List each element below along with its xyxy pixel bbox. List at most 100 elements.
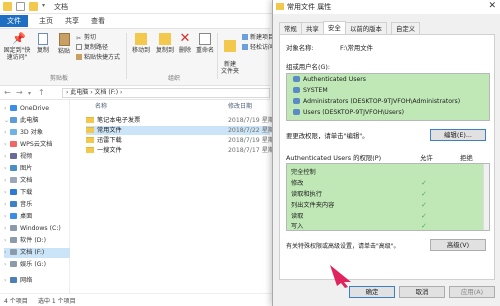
drive-icon xyxy=(10,225,17,231)
object-name-value: F:\常用文件 xyxy=(340,44,374,52)
tab-customize[interactable]: 自定义 xyxy=(391,22,421,34)
ok-button[interactable]: 确定 xyxy=(349,286,395,298)
permission-row: 读取和执行 ✓ xyxy=(291,190,427,198)
computer-icon xyxy=(10,117,17,123)
tab-previous-versions[interactable]: 以前的版本 xyxy=(345,22,387,34)
path-icon xyxy=(76,44,82,50)
nav-item-desktop[interactable]: › 桌面 xyxy=(4,212,32,222)
file-row[interactable]: 迅雷下载 2018/7/19 星期 xyxy=(86,136,274,145)
group-user-list: Authenticated Users SYSTEM Administrator… xyxy=(286,73,490,121)
tab-general[interactable]: 常规 xyxy=(279,22,302,34)
forward-arrow-icon[interactable]: → xyxy=(16,88,23,97)
cancel-button[interactable]: 取消 xyxy=(399,286,445,298)
nav-item-downloads[interactable]: › 下载 xyxy=(4,188,32,198)
address-bar: ← → ▾ ↑ › 此电脑 › 文档 (F:) › xyxy=(0,86,270,100)
list-item[interactable]: Administrators (DESKTOP-9TJVFOH\Administ… xyxy=(293,98,460,105)
copy-button[interactable]: 复制 xyxy=(34,33,52,54)
chevron-down-icon[interactable]: ▾ xyxy=(42,2,45,9)
nav-item-network[interactable]: › 网络 xyxy=(4,276,32,286)
check-icon: ✓ xyxy=(421,179,427,187)
pin-quick-access-button[interactable]: 📌 固定到"快速访问" xyxy=(2,32,32,62)
deny-column-header: 拒绝 xyxy=(460,154,473,162)
new-folder-button[interactable]: 新建 文件夹 xyxy=(220,33,240,75)
list-item[interactable]: Users (DESKTOP-9TJVFOH\Users) xyxy=(293,109,404,116)
rename-button[interactable]: 重命名 xyxy=(195,33,215,54)
ribbon-divider xyxy=(126,33,127,79)
nav-item-drive-d[interactable]: › 软件 (D:) xyxy=(4,236,46,246)
scrollbar[interactable] xyxy=(483,164,489,230)
nav-item-wps-cloud[interactable]: › WPS云文档 xyxy=(4,140,52,150)
drive-icon xyxy=(10,237,17,243)
dialog-title: 常用文件 属性 xyxy=(287,3,332,11)
permission-row: 读取 ✓ xyxy=(291,212,427,220)
properties-icon[interactable] xyxy=(16,2,25,11)
users-icon xyxy=(293,76,300,82)
permission-row: 完全控制 xyxy=(291,169,316,176)
paste-button[interactable]: 粘贴 xyxy=(55,33,73,55)
ribbon-toolbar: 📌 固定到"快速访问" 复制 粘贴 ✂ 剪切 复制路径 粘贴快捷方式 剪贴板 移动… xyxy=(0,28,274,86)
nav-item-documents[interactable]: › 文档 xyxy=(4,176,32,186)
nav-item-music[interactable]: › 音乐 xyxy=(4,200,32,210)
permission-row: 列出文件夹内容 ✓ xyxy=(291,201,427,209)
tab-sharing[interactable]: 共享 xyxy=(301,22,324,34)
shortcut-icon xyxy=(76,54,82,60)
file-row[interactable]: 常用文件 2018/7/22 星期 xyxy=(86,126,274,135)
permission-row: 修改 ✓ xyxy=(291,179,427,187)
nav-item-3d-objects[interactable]: › 3D 对象 xyxy=(4,128,43,138)
object-name-label: 对象名称: xyxy=(286,44,314,52)
copy-icon xyxy=(38,33,48,45)
pin-icon: 📌 xyxy=(12,32,26,45)
nav-item-videos[interactable]: › 视频 xyxy=(4,152,32,162)
group-list-label: 组或用户名(G): xyxy=(286,63,331,71)
new-item-button[interactable]: 新建项目 xyxy=(242,34,274,41)
folder-icon xyxy=(86,117,94,123)
copy-path-button[interactable]: 复制路径 xyxy=(76,44,108,51)
new-item-icon xyxy=(242,34,248,40)
pointer-arrow-icon xyxy=(330,265,351,288)
address-path[interactable]: › 此电脑 › 文档 (F:) › xyxy=(62,88,270,98)
folder-icon xyxy=(86,127,94,133)
close-icon[interactable]: ✕ xyxy=(488,1,496,11)
tab-home[interactable]: 主页 xyxy=(32,15,60,27)
easy-access-icon xyxy=(242,44,248,50)
users-icon xyxy=(293,98,300,104)
nav-item-drive-c[interactable]: › Windows (C:) xyxy=(4,224,61,234)
nav-item-pictures[interactable]: › 图片 xyxy=(4,164,32,174)
item-count: 4 个项目 xyxy=(4,298,28,305)
edit-button[interactable]: 编辑(E)... xyxy=(430,129,486,141)
easy-access-button[interactable]: 轻松访问 xyxy=(242,44,274,51)
tab-view[interactable]: 查看 xyxy=(84,15,112,27)
list-item[interactable]: SYSTEM xyxy=(293,87,328,94)
apply-button[interactable]: 应用(A) xyxy=(449,286,495,298)
nav-item-drive-f[interactable]: › 文档 (F:) xyxy=(4,248,70,258)
check-icon: ✓ xyxy=(421,190,427,198)
file-row[interactable]: 一搜文件 2018/7/17 星期 xyxy=(86,146,274,155)
check-icon: ✓ xyxy=(421,201,427,209)
users-icon xyxy=(293,87,300,93)
delete-button[interactable]: ✕ 删除 xyxy=(177,32,193,54)
nav-item-onedrive[interactable]: › OneDrive xyxy=(4,104,49,114)
nav-item-drive-g[interactable]: › 娱乐 (G:) xyxy=(4,260,46,270)
tab-security[interactable]: 安全 xyxy=(323,21,346,34)
file-row[interactable]: 笔记本电子发票 2018/7/19 星期 xyxy=(86,116,274,125)
back-arrow-icon[interactable]: ← xyxy=(4,88,11,97)
up-arrow-icon[interactable]: ↑ xyxy=(38,88,45,97)
properties-dialog: 常用文件 属性 ✕ 常规 共享 安全 以前的版本 自定义 对象名称: F:\常用… xyxy=(272,0,500,306)
advanced-button[interactable]: 高级(V) xyxy=(430,239,486,251)
list-item[interactable]: Authenticated Users xyxy=(293,76,366,83)
cut-button[interactable]: ✂ 剪切 xyxy=(76,34,96,42)
paste-shortcut-button[interactable]: 粘贴快捷方式 xyxy=(76,54,120,61)
group-clipboard-label: 剪贴板 xyxy=(50,75,69,82)
tab-share[interactable]: 共享 xyxy=(58,15,86,27)
permissions-list: 完全控制 修改 ✓ 读取和执行 ✓ 列出文件夹内容 ✓ 读取 ✓ 写入 ✓ xyxy=(286,163,490,231)
new-folder-icon[interactable] xyxy=(29,2,38,11)
copy-to-button[interactable]: 复制到 xyxy=(154,33,176,54)
nav-item-this-pc[interactable]: ⌄ 此电脑 xyxy=(4,116,39,126)
move-to-button[interactable]: 移动到 xyxy=(130,33,152,54)
column-header-date[interactable]: 修改日期 xyxy=(228,101,252,110)
tab-file[interactable]: 文件 xyxy=(0,15,28,27)
column-header-name[interactable]: 名称 xyxy=(95,101,107,110)
security-tab-panel: 对象名称: F:\常用文件 组或用户名(G): Authenticated Us… xyxy=(279,34,495,280)
network-icon xyxy=(10,277,17,283)
recent-chevron-icon[interactable]: ▾ xyxy=(28,90,31,97)
